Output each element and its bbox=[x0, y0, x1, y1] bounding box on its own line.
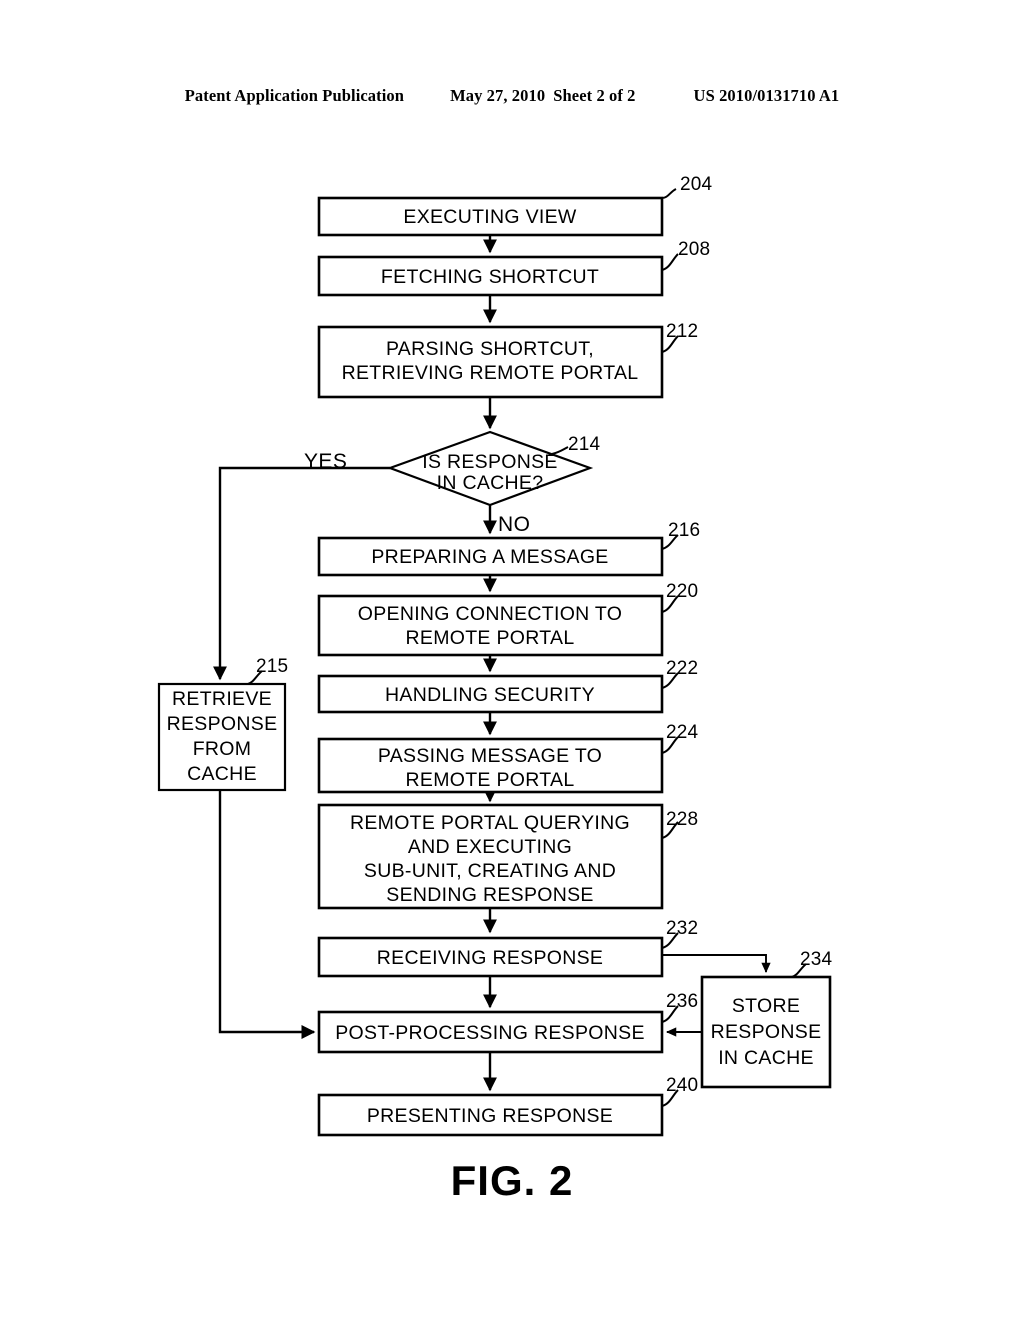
node-parsing-shortcut[interactable]: PARSING SHORTCUT, RETRIEVING REMOTE PORT… bbox=[317, 321, 698, 399]
node-label-line-1: STORE bbox=[732, 995, 800, 1017]
ref-number: 215 bbox=[256, 656, 288, 677]
node-label: RECEIVING RESPONSE bbox=[377, 947, 603, 969]
ref-number: 216 bbox=[668, 520, 700, 541]
node-is-response-in-cache[interactable]: IS RESPONSE IN CACHE? 214 bbox=[386, 430, 601, 507]
ref-number: 232 bbox=[666, 918, 698, 939]
node-label-line-1: REMOTE PORTAL QUERYING bbox=[350, 812, 630, 834]
node-label: POST-PROCESSING RESPONSE bbox=[335, 1022, 645, 1044]
node-post-processing-response[interactable]: POST-PROCESSING RESPONSE 236 bbox=[317, 991, 698, 1054]
node-label-line-2: REMOTE PORTAL bbox=[406, 769, 575, 791]
ref-number: 236 bbox=[666, 991, 698, 1012]
edge-label-no: NO bbox=[498, 513, 530, 536]
node-label-line-1: OPENING CONNECTION TO bbox=[358, 603, 623, 625]
node-label-line-2: RETRIEVING REMOTE PORTAL bbox=[342, 362, 639, 384]
node-label-line-1: IS RESPONSE bbox=[422, 451, 558, 473]
ref-number: 220 bbox=[666, 581, 698, 602]
ref-number: 228 bbox=[666, 809, 698, 830]
ref-number: 212 bbox=[666, 321, 698, 342]
ref-number: 214 bbox=[568, 434, 601, 455]
node-opening-connection[interactable]: OPENING CONNECTION TO REMOTE PORTAL 220 bbox=[317, 581, 698, 657]
node-label-line-2: REMOTE PORTAL bbox=[406, 627, 575, 649]
node-label: PREPARING A MESSAGE bbox=[371, 546, 608, 568]
node-label-line-2: IN CACHE? bbox=[437, 472, 544, 494]
edge-label-yes: YES bbox=[304, 450, 347, 473]
patent-figure-page: Patent Application Publication May 27, 2… bbox=[0, 0, 1024, 1320]
node-label: PRESENTING RESPONSE bbox=[367, 1105, 613, 1127]
node-store-response-in-cache[interactable]: STORE RESPONSE IN CACHE 234 bbox=[700, 949, 833, 1089]
ref-number: 204 bbox=[680, 174, 713, 195]
connector-215-236 bbox=[218, 790, 316, 1039]
node-label-line-3: FROM bbox=[193, 738, 252, 760]
node-remote-portal-querying[interactable]: REMOTE PORTAL QUERYING AND EXECUTING SUB… bbox=[317, 803, 698, 910]
ref-number: 234 bbox=[800, 949, 833, 970]
node-fetching-shortcut[interactable]: FETCHING SHORTCUT 208 bbox=[317, 239, 710, 297]
ref-number: 240 bbox=[666, 1075, 698, 1096]
node-label: EXECUTING VIEW bbox=[403, 206, 577, 228]
node-executing-view[interactable]: EXECUTING VIEW 204 bbox=[317, 174, 713, 237]
node-passing-message[interactable]: PASSING MESSAGE TO REMOTE PORTAL 224 bbox=[317, 722, 699, 794]
node-label: HANDLING SECURITY bbox=[385, 684, 595, 706]
connector-232-234 bbox=[662, 954, 771, 974]
node-receiving-response[interactable]: RECEIVING RESPONSE 232 bbox=[317, 918, 698, 978]
node-label-line-1: RETRIEVE bbox=[172, 688, 272, 710]
node-label-line-2: RESPONSE bbox=[711, 1021, 822, 1043]
node-label-line-1: PASSING MESSAGE TO bbox=[378, 745, 602, 767]
node-label-line-2: RESPONSE bbox=[167, 713, 278, 735]
node-label-line-3: IN CACHE bbox=[718, 1047, 814, 1069]
node-label-line-3: SUB-UNIT, CREATING AND bbox=[364, 860, 616, 882]
figure-caption: FIG. 2 bbox=[450, 1157, 574, 1204]
node-label-line-4: SENDING RESPONSE bbox=[386, 884, 593, 906]
ref-number: 222 bbox=[666, 658, 698, 679]
node-handling-security[interactable]: HANDLING SECURITY 222 bbox=[317, 658, 698, 714]
ref-number: 224 bbox=[666, 722, 699, 743]
ref-number: 208 bbox=[678, 239, 710, 260]
node-retrieve-response-from-cache[interactable]: RETRIEVE RESPONSE FROM CACHE 215 bbox=[157, 656, 288, 792]
flowchart-figure-2: YES NO EXECUTING VIEW 204 FETCHING SHORT… bbox=[157, 174, 833, 1137]
node-presenting-response[interactable]: PRESENTING RESPONSE 240 bbox=[317, 1075, 698, 1137]
node-label-line-4: CACHE bbox=[187, 763, 257, 785]
node-label: FETCHING SHORTCUT bbox=[381, 266, 599, 288]
node-label-line-2: AND EXECUTING bbox=[408, 836, 572, 858]
node-label-line-1: PARSING SHORTCUT, bbox=[386, 338, 594, 360]
